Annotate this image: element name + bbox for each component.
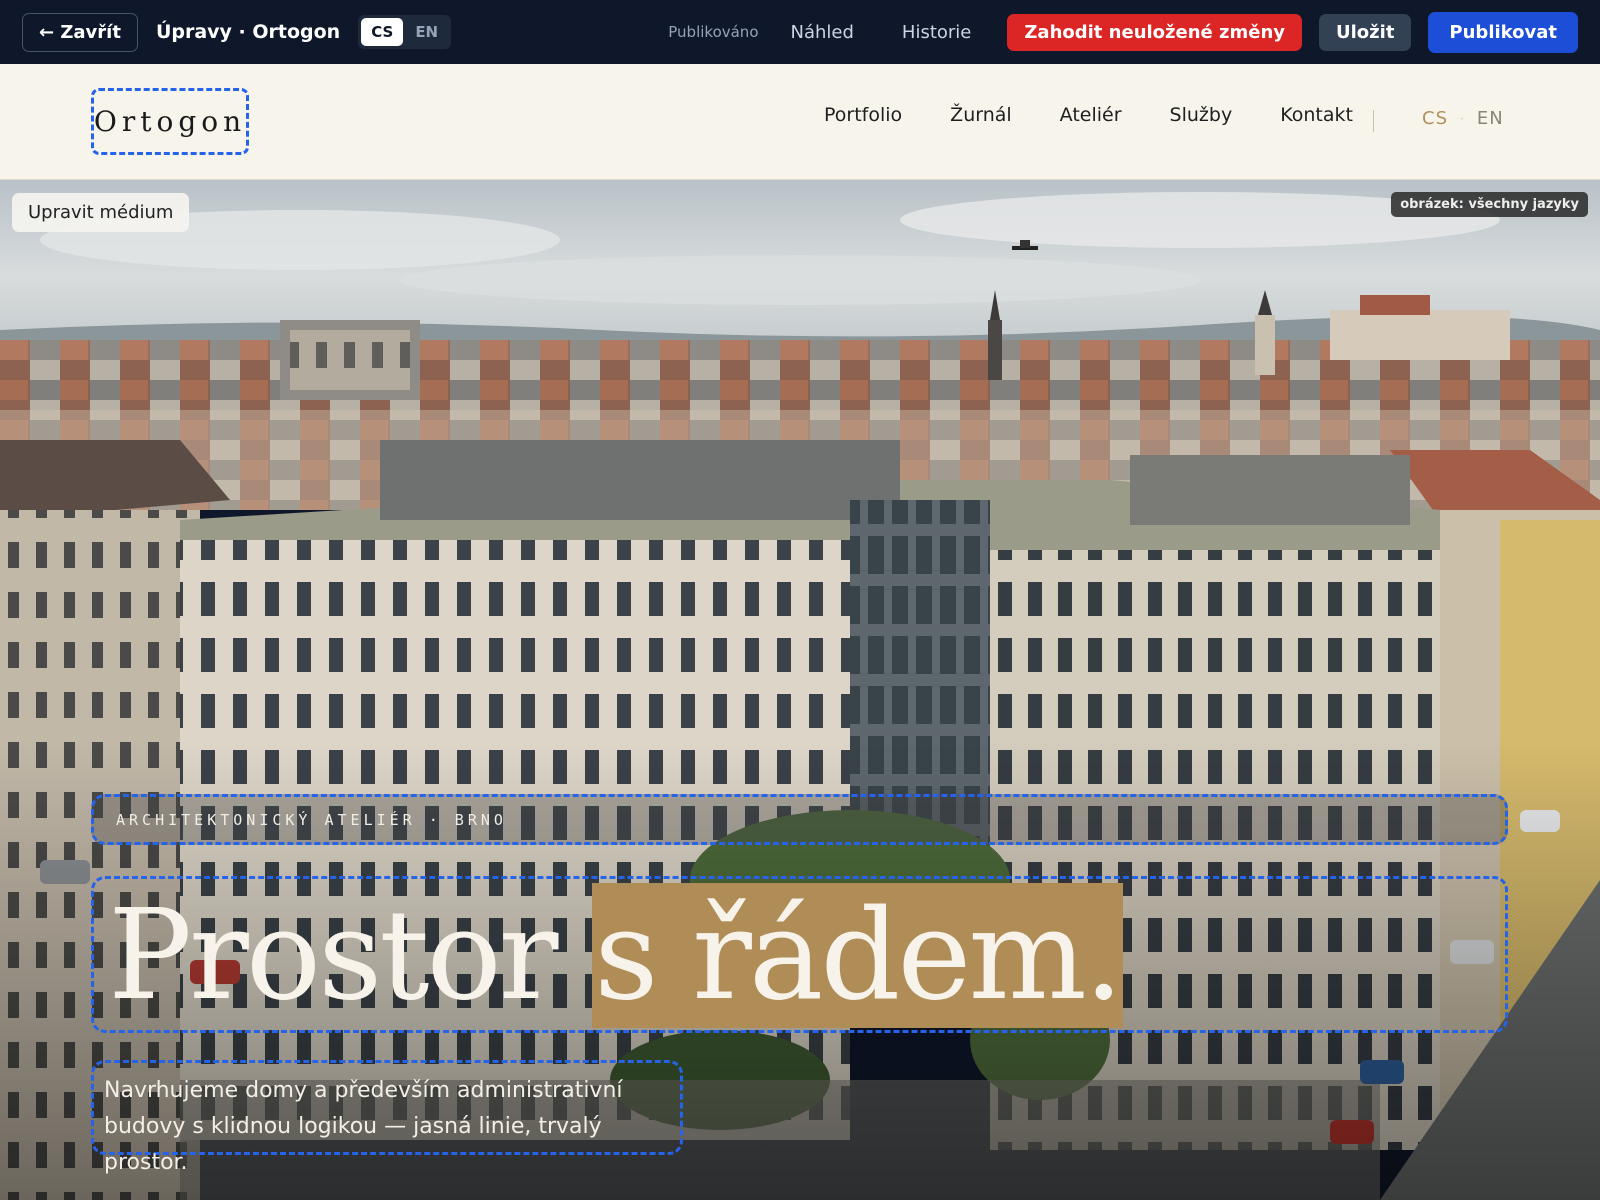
close-editor-button[interactable]: ← Zavřít <box>22 12 138 52</box>
publish-button[interactable]: Publikovat <box>1428 11 1578 53</box>
hero-image <box>0 180 1600 1200</box>
hero-subtitle: Navrhujeme domy a především administrati… <box>104 1078 623 1175</box>
editor-title: Úpravy · Ortogon <box>155 21 341 43</box>
editor-lang-cs[interactable]: CS <box>361 18 404 46</box>
history-link[interactable]: Historie <box>902 22 971 43</box>
hero-kicker: ARCHITEKTONICKÝ ATELIÉR · BRNO <box>116 810 507 829</box>
edit-media-button[interactable]: Upravit médium <box>12 193 190 232</box>
media-scope-badge: obrázek: všechny jazyky <box>1391 192 1588 217</box>
editor-toolbar: ← Zavřít Úpravy · Ortogon CS EN Publikov… <box>0 0 1600 64</box>
kicker-editable[interactable]: ARCHITEKTONICKÝ ATELIÉR · BRNO <box>91 794 1508 845</box>
site-language-switch: CS · EN <box>1422 108 1504 129</box>
preview-link[interactable]: Náhled <box>791 22 854 43</box>
subtitle-editable[interactable]: Navrhujeme domy a především administrati… <box>91 1060 683 1175</box>
site-logo[interactable]: Ortogon <box>91 88 249 155</box>
editor-lang-en[interactable]: EN <box>405 18 448 46</box>
discard-changes-button[interactable]: Zahodit neuložené změny <box>1007 13 1303 51</box>
headline-highlight: s řádem. <box>592 883 1124 1028</box>
site-lang-cs[interactable]: CS <box>1422 108 1448 129</box>
headline-plain: Prostor <box>108 883 593 1028</box>
site-lang-en[interactable]: EN <box>1477 108 1504 129</box>
editor-language-switch: CS EN <box>358 15 452 49</box>
site-header: Ortogon Portfolio Žurnál Ateliér Služby … <box>0 64 1600 180</box>
headline-editable[interactable]: Prostor s řádem. <box>91 876 1508 1033</box>
publish-status: Publikováno <box>668 23 759 41</box>
nav-contact[interactable]: Kontakt <box>1280 104 1353 126</box>
nav-divider <box>1373 110 1374 132</box>
save-button[interactable]: Uložit <box>1319 13 1412 51</box>
nav-studio[interactable]: Ateliér <box>1060 104 1122 126</box>
lang-separator: · <box>1460 111 1465 126</box>
hero-section: Upravit médium obrázek: všechny jazyky A… <box>0 180 1600 1200</box>
nav-portfolio[interactable]: Portfolio <box>824 104 902 126</box>
nav-journal[interactable]: Žurnál <box>950 104 1012 126</box>
site-nav: Portfolio Žurnál Ateliér Služby Kontakt <box>824 104 1353 126</box>
nav-services[interactable]: Služby <box>1170 104 1233 126</box>
hero-headline: Prostor s řádem. <box>108 881 1124 1031</box>
